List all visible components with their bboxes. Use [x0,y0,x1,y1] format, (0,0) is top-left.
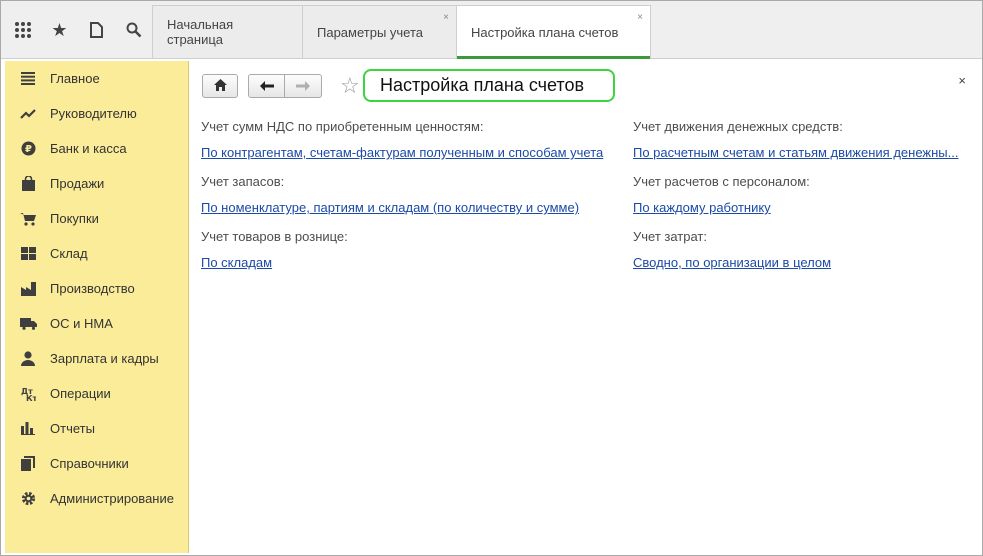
sidebar-item-label: Администрирование [50,491,174,506]
home-icon [213,78,227,94]
sidebar-item-label: Отчеты [50,421,95,436]
setting-label: Учет товаров в рознице: [201,229,348,244]
setting-value-link[interactable]: По контрагентам, счетам-фактурам получен… [201,145,603,161]
setting-personnel-settlements: Учет расчетов с персоналом: По каждому р… [633,173,810,216]
setting-label: Учет затрат: [633,229,707,244]
sidebar-item-label: ОС и НМА [50,316,113,331]
sidebar-item-sales[interactable]: Продажи [5,166,188,201]
sidebar-item-label: Справочники [50,456,129,471]
person-icon [19,350,37,368]
form-toolbar: ☆ [202,73,360,99]
warehouse-grid-icon [19,245,37,263]
svg-text:Кт: Кт [26,394,36,402]
app-window: ★ Начальная страница Параметры учета × Н… [0,0,983,556]
sidebar-item-administration[interactable]: Администрирование [5,481,188,516]
sidebar-item-label: Склад [50,246,88,261]
top-icons: ★ [1,1,151,59]
main-content: ☆ Настройка плана счетов × Учет сумм НДС… [190,61,980,553]
sidebar-item-payroll[interactable]: Зарплата и кадры [5,341,188,376]
sidebar-item-warehouse[interactable]: Склад [5,236,188,271]
top-bar: ★ Начальная страница Параметры учета × Н… [1,1,982,59]
setting-value-link[interactable]: По складам [201,255,348,271]
navigation-buttons [248,74,322,98]
sidebar-item-label: Банк и касса [50,141,127,156]
sidebar-item-reports[interactable]: Отчеты [5,411,188,446]
favorite-star-icon[interactable]: ☆ [340,74,360,98]
apps-grid-icon[interactable] [5,12,40,48]
sidebar-item-label: Главное [50,71,100,86]
tab-close-icon[interactable]: × [443,12,449,23]
setting-value-link[interactable]: Сводно, по организации в целом [633,255,831,271]
sidebar-item-directories[interactable]: Справочники [5,446,188,481]
shopping-cart-icon [19,210,37,228]
setting-label: Учет запасов: [201,174,285,189]
tab-bar: Начальная страница Параметры учета × Нас… [152,5,651,59]
favorites-star-icon[interactable]: ★ [42,12,77,48]
ruble-coin-icon: ₽ [19,140,37,158]
tab-home[interactable]: Начальная страница [152,5,303,58]
setting-cost-accounting: Учет затрат: Сводно, по организации в це… [633,228,831,271]
sidebar-item-main[interactable]: Главное [5,61,188,96]
sidebar-item-label: Продажи [50,176,105,191]
bar-chart-icon [19,420,37,438]
history-icon[interactable] [79,12,114,48]
trend-chart-icon [19,105,37,123]
books-icon [19,455,37,473]
sidebar-item-purchases[interactable]: Покупки [5,201,188,236]
page-title: Настройка плана счетов [363,69,615,102]
gear-icon [19,490,37,508]
tab-label: Настройка плана счетов [471,25,619,40]
debit-credit-icon: ДтКт [19,385,37,403]
back-button[interactable] [248,74,285,98]
setting-value-link[interactable]: По расчетным счетам и статьям движения д… [633,145,958,161]
setting-label: Учет движения денежных средств: [633,119,843,134]
sidebar-item-operations[interactable]: ДтКт Операции [5,376,188,411]
setting-retail-goods-accounting: Учет товаров в рознице: По складам [201,228,348,271]
setting-value-link[interactable]: По номенклатуре, партиям и складам (по к… [201,200,579,216]
sidebar-item-bank[interactable]: ₽ Банк и касса [5,131,188,166]
setting-vat-accounting: Учет сумм НДС по приобретенным ценностям… [201,118,603,161]
sidebar-item-production[interactable]: Производство [5,271,188,306]
svg-text:₽: ₽ [25,144,32,155]
tab-accounting-parameters[interactable]: Параметры учета × [302,5,457,58]
arrow-right-icon [296,79,310,94]
home-button[interactable] [202,74,238,98]
tab-label: Начальная страница [167,17,234,47]
factory-icon [19,280,37,298]
sidebar-item-label: Производство [50,281,135,296]
sidebar-item-fixed-assets[interactable]: ОС и НМА [5,306,188,341]
close-form-icon[interactable]: × [958,73,966,88]
setting-label: Учет расчетов с персоналом: [633,174,810,189]
tab-label: Параметры учета [317,24,424,40]
sidebar-item-manager[interactable]: Руководителю [5,96,188,131]
sidebar-item-label: Зарплата и кадры [50,351,159,366]
tab-close-icon[interactable]: × [637,12,643,23]
sidebar-item-label: Операции [50,386,111,401]
truck-icon [19,315,37,333]
setting-inventory-accounting: Учет запасов: По номенклатуре, партиям и… [201,173,579,216]
setting-cash-flow-accounting: Учет движения денежных средств: По расче… [633,118,958,161]
setting-value-link[interactable]: По каждому работнику [633,200,810,216]
search-icon[interactable] [116,12,151,48]
forward-button[interactable] [285,74,322,98]
menu-lines-icon [19,70,37,88]
sidebar-item-label: Покупки [50,211,99,226]
shopping-bag-icon [19,175,37,193]
sidebar-item-label: Руководителю [50,106,137,121]
sidebar: Главное Руководителю ₽ Банк и касса Прод… [5,61,189,553]
setting-label: Учет сумм НДС по приобретенным ценностям… [201,119,484,134]
arrow-left-icon [259,79,274,94]
tab-chart-of-accounts-settings[interactable]: Настройка плана счетов × [456,5,651,59]
